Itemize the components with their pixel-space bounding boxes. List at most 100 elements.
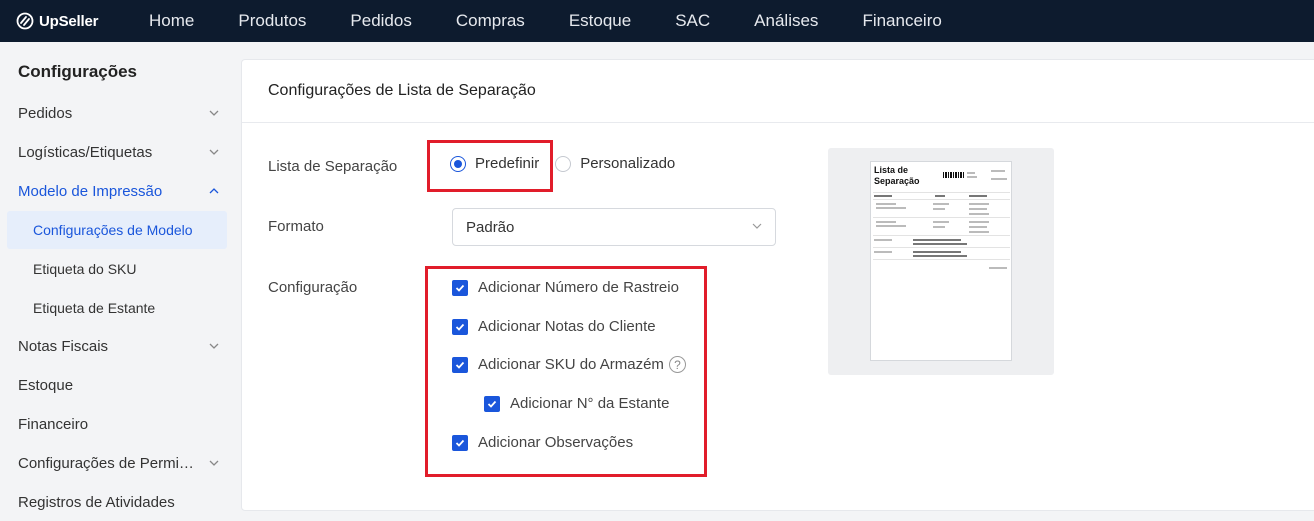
preview-text-line xyxy=(876,203,896,205)
preview-text-line xyxy=(935,195,945,197)
checkbox-numero-estante[interactable]: Adicionar N° da Estante xyxy=(484,395,669,412)
nav-sac[interactable]: SAC xyxy=(675,11,710,31)
preview-text-line xyxy=(969,208,987,210)
sidebar-item-label: Logísticas/Etiquetas xyxy=(18,143,153,161)
sidebar-subitem-configuracoes-modelo[interactable]: Configurações de Modelo xyxy=(7,211,227,249)
preview-text-line xyxy=(874,251,892,253)
sidebar: Configurações Pedidos Logísticas/Etiquet… xyxy=(0,42,236,521)
radio-predefinir[interactable]: Predefinir xyxy=(450,155,539,172)
sidebar-item-estoque[interactable]: Estoque xyxy=(0,366,236,404)
sidebar-item-logisticas[interactable]: Logísticas/Etiquetas xyxy=(0,133,236,171)
sidebar-item-label: Modelo de Impressão xyxy=(18,182,163,200)
sidebar-subitem-label: Configurações de Modelo xyxy=(33,222,193,238)
sidebar-item-financeiro[interactable]: Financeiro xyxy=(0,405,236,443)
preview-text-line xyxy=(913,251,961,253)
sidebar-item-label: Financeiro xyxy=(18,415,89,433)
upseller-logo-icon xyxy=(16,12,34,30)
logo[interactable]: UpSeller xyxy=(16,12,136,30)
preview-divider xyxy=(873,199,1010,200)
chevron-down-icon xyxy=(751,219,763,236)
preview-text-line xyxy=(967,172,975,174)
sidebar-item-modelo-impressao[interactable]: Modelo de Impressão xyxy=(0,172,236,210)
help-icon[interactable]: ? xyxy=(668,356,686,373)
sidebar-subitem-etiqueta-sku[interactable]: Etiqueta do SKU xyxy=(7,250,227,288)
settings-card: Configurações de Lista de Separação List… xyxy=(241,59,1314,511)
radio-personalizado[interactable]: Personalizado xyxy=(555,155,675,172)
checkbox-checked-icon xyxy=(452,356,468,373)
preview-text-line xyxy=(969,213,989,215)
preview-divider xyxy=(873,259,1010,260)
sidebar-item-notas-fiscais[interactable]: Notas Fiscais xyxy=(0,327,236,365)
checkbox-checked-icon xyxy=(484,395,500,412)
preview-text-line xyxy=(913,255,967,257)
chevron-down-icon xyxy=(208,457,220,469)
preview-paper: Lista de Separação xyxy=(870,161,1012,361)
preview-text-line xyxy=(969,203,989,205)
preview-text-line xyxy=(876,207,906,209)
checkbox-label: Adicionar Notas do Cliente xyxy=(478,318,656,335)
sidebar-item-label: Estoque xyxy=(18,376,74,394)
preview-text-line xyxy=(913,243,967,245)
formato-label: Formato xyxy=(268,218,324,235)
preview-text-line xyxy=(969,226,987,228)
preview-text-line xyxy=(874,195,892,197)
checkbox-numero-rastreio[interactable]: Adicionar Número de Rastreio xyxy=(452,279,679,296)
preview-text-line xyxy=(933,221,949,223)
checkbox-observacoes[interactable]: Adicionar Observações xyxy=(452,434,633,451)
checkbox-notas-cliente[interactable]: Adicionar Notas do Cliente xyxy=(452,318,656,335)
main-nav: Home Produtos Pedidos Compras Estoque SA… xyxy=(149,11,986,31)
checkbox-label: Adicionar Observações xyxy=(478,434,634,451)
nav-pedidos[interactable]: Pedidos xyxy=(350,11,411,31)
chevron-up-icon xyxy=(208,185,220,197)
preview-text-line xyxy=(876,221,896,223)
sidebar-subitem-etiqueta-estante[interactable]: Etiqueta de Estante xyxy=(7,289,227,327)
nav-compras[interactable]: Compras xyxy=(456,11,525,31)
nav-analises[interactable]: Análises xyxy=(754,11,818,31)
preview-text-line xyxy=(969,231,989,233)
sidebar-item-registros-atividades[interactable]: Registros de Atividades xyxy=(0,483,236,521)
sidebar-item-configuracoes-permissao[interactable]: Configurações de Permissão xyxy=(0,444,236,482)
picklist-preview: Lista de Separação xyxy=(828,148,1054,375)
barcode-image xyxy=(943,172,965,178)
preview-text-line xyxy=(874,239,892,241)
preview-title: Lista de Separação xyxy=(874,165,920,186)
chevron-down-icon xyxy=(208,107,220,119)
logo-text: UpSeller xyxy=(39,12,99,30)
preview-text-line xyxy=(967,176,977,178)
preview-text-line xyxy=(991,178,1007,180)
preview-text-line xyxy=(969,221,989,223)
lista-separacao-label: Lista de Separação xyxy=(268,158,398,175)
preview-divider xyxy=(873,192,1010,193)
preview-text-line xyxy=(989,267,1007,269)
lista-radio-group: Predefinir Personalizado xyxy=(450,155,691,172)
checkbox-checked-icon xyxy=(452,279,468,296)
divider xyxy=(242,122,1314,123)
radio-label: Personalizado xyxy=(580,155,676,172)
nav-estoque[interactable]: Estoque xyxy=(569,11,631,31)
preview-divider xyxy=(873,235,1010,236)
nav-produtos[interactable]: Produtos xyxy=(238,11,306,31)
configuracao-label: Configuração xyxy=(268,279,358,296)
sidebar-item-label: Configurações de Permissão xyxy=(18,454,196,472)
preview-text-line xyxy=(933,226,945,228)
checkbox-sku-armazem[interactable]: Adicionar SKU do Armazém ? xyxy=(452,356,686,373)
nav-financeiro[interactable]: Financeiro xyxy=(862,11,941,31)
radio-label: Predefinir xyxy=(475,155,540,172)
sidebar-subitem-label: Etiqueta de Estante xyxy=(33,300,156,316)
checkbox-checked-icon xyxy=(452,318,468,335)
preview-text-line xyxy=(991,170,1005,172)
checkbox-label: Adicionar Número de Rastreio xyxy=(478,279,679,296)
chevron-down-icon xyxy=(208,340,220,352)
sidebar-item-label: Pedidos xyxy=(18,104,73,122)
preview-text-line xyxy=(933,208,945,210)
checkbox-label: Adicionar SKU do Armazém xyxy=(478,356,664,373)
radio-unselected-icon xyxy=(555,155,572,172)
preview-text-line xyxy=(876,225,906,227)
preview-text-line xyxy=(969,195,987,197)
nav-home[interactable]: Home xyxy=(149,11,194,31)
preview-text-line xyxy=(933,203,949,205)
formato-select[interactable]: Padrão xyxy=(452,208,776,246)
sidebar-item-pedidos[interactable]: Pedidos xyxy=(0,94,236,132)
sidebar-item-label: Registros de Atividades xyxy=(18,493,175,511)
page-title: Configurações de Lista de Separação xyxy=(268,82,536,99)
